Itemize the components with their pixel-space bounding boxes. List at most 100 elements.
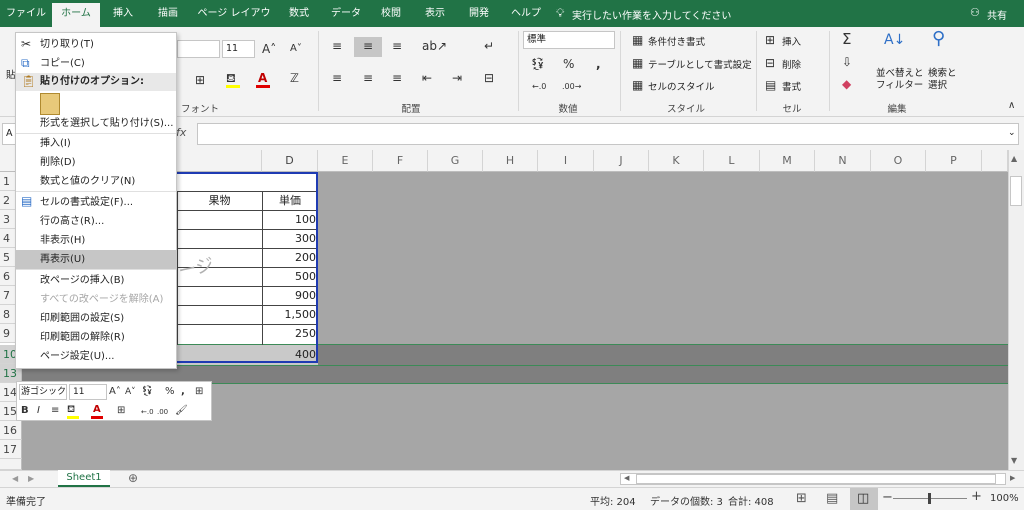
menu-item-clear[interactable]: 数式と値のクリア(N): [16, 172, 176, 191]
cell-d2-header[interactable]: 単価: [262, 191, 318, 210]
tell-me-box[interactable]: 実行したい作業を入力してください: [572, 7, 731, 22]
tab-formulas[interactable]: 数式: [282, 0, 316, 27]
menu-item-cut[interactable]: 切り取り(T): [16, 35, 176, 54]
mini-format-painter-icon[interactable]: 🖌︎: [175, 404, 188, 418]
merge-center-icon[interactable]: ⊟: [484, 71, 494, 85]
mini-currency-icon[interactable]: 💱︎: [141, 385, 154, 399]
menu-item-insert-page-break[interactable]: 改ページの挿入(B): [16, 271, 176, 290]
share-button[interactable]: 共有: [987, 7, 1007, 22]
cell-d10[interactable]: 400: [262, 345, 316, 364]
menu-item-row-height[interactable]: 行の高さ(R)...: [16, 212, 176, 231]
vertical-scroll-thumb[interactable]: [1010, 176, 1022, 206]
row-header-17[interactable]: 17: [0, 440, 22, 459]
tab-draw[interactable]: 描画: [150, 0, 186, 27]
align-left-icon[interactable]: ≡: [332, 71, 342, 85]
column-header-f[interactable]: F: [373, 150, 428, 172]
scroll-right-icon[interactable]: ▶: [1010, 474, 1015, 482]
menu-item-copy[interactable]: コピー(C): [16, 54, 176, 73]
format-cells-button[interactable]: 書式: [782, 79, 801, 93]
mini-align-icon[interactable]: ≡: [51, 404, 59, 418]
scroll-down-icon[interactable]: ▼: [1011, 456, 1017, 465]
tab-review[interactable]: 校閲: [374, 0, 408, 27]
column-header-l[interactable]: L: [704, 150, 760, 172]
row-header-16[interactable]: 16: [0, 421, 22, 440]
autosum-icon[interactable]: Σ: [842, 32, 851, 47]
mini-format-table-icon[interactable]: ⊞: [195, 385, 203, 399]
paste-option-button[interactable]: [40, 93, 60, 115]
delete-cells-button[interactable]: 削除: [782, 57, 801, 71]
shrink-font-icon[interactable]: A˅: [290, 42, 302, 56]
cell-d9[interactable]: 250: [262, 324, 316, 343]
sheet-tab-sheet1[interactable]: Sheet1: [58, 470, 110, 487]
tab-data[interactable]: データ: [328, 0, 364, 27]
next-sheet-icon[interactable]: ▶: [28, 474, 34, 483]
cell-c2-header[interactable]: 果物: [177, 191, 262, 210]
mini-comma-icon[interactable]: ,: [181, 385, 185, 399]
cell-d6[interactable]: 500: [262, 267, 316, 286]
column-header-d[interactable]: D: [262, 150, 318, 172]
column-header-j[interactable]: J: [594, 150, 649, 172]
tab-help[interactable]: ヘルプ: [506, 0, 546, 27]
find-select-label-2[interactable]: 選択: [928, 77, 947, 91]
decrease-decimal-icon[interactable]: .00→: [562, 80, 581, 94]
font-color-icon[interactable]: A: [258, 71, 267, 85]
menu-item-clear-print-area[interactable]: 印刷範囲の解除(R): [16, 328, 176, 347]
column-header-n[interactable]: N: [815, 150, 871, 172]
tab-page-layout[interactable]: ページ レイアウト: [196, 0, 272, 46]
orientation-icon[interactable]: ab↗: [422, 39, 447, 53]
zoom-in-icon[interactable]: +: [971, 489, 982, 504]
formula-input[interactable]: [197, 123, 1019, 145]
align-center-icon[interactable]: ≡: [363, 71, 373, 85]
mini-fill-color-icon[interactable]: ⛾: [67, 403, 75, 417]
table-format-button[interactable]: テーブルとして書式設定: [648, 57, 752, 71]
decrease-indent-icon[interactable]: ⇤: [422, 71, 432, 85]
clear-icon[interactable]: ◆: [842, 77, 851, 91]
expand-formula-icon[interactable]: ⌄: [1008, 128, 1016, 138]
zoom-slider-thumb[interactable]: [928, 493, 931, 504]
scroll-left-icon[interactable]: ◀: [624, 474, 629, 482]
align-bottom-icon[interactable]: ≡: [392, 39, 402, 53]
name-box[interactable]: A: [2, 123, 16, 145]
page-layout-view-icon[interactable]: ▤: [826, 491, 838, 506]
conditional-format-button[interactable]: 条件付き書式: [648, 34, 705, 48]
cell-d7[interactable]: 900: [262, 286, 316, 305]
borders-icon[interactable]: ⊞: [195, 73, 205, 87]
tab-view[interactable]: 表示: [418, 0, 452, 27]
column-header-g[interactable]: G: [428, 150, 483, 172]
column-header-m[interactable]: M: [760, 150, 815, 172]
normal-view-icon[interactable]: ⊞: [796, 491, 807, 506]
column-header-o[interactable]: O: [871, 150, 926, 172]
fx-icon[interactable]: fx: [176, 126, 186, 139]
menu-item-format-cells[interactable]: セルの書式設定(F)...: [16, 193, 176, 212]
mini-increase-decimal-icon[interactable]: ←.0: [141, 405, 154, 419]
prev-sheet-icon[interactable]: ◀: [12, 474, 18, 483]
mini-borders-icon[interactable]: ⊞: [117, 404, 125, 418]
menu-item-paste-special[interactable]: 形式を選択して貼り付け(S)...: [16, 114, 176, 133]
cell-d4[interactable]: 300: [262, 229, 316, 248]
menu-item-page-setup[interactable]: ページ設定(U)...: [16, 347, 176, 366]
mini-shrink-font-icon[interactable]: A˅: [125, 385, 136, 399]
mini-decrease-decimal-icon[interactable]: .00: [157, 405, 168, 419]
menu-item-hide[interactable]: 非表示(H): [16, 231, 176, 250]
insert-cells-button[interactable]: 挿入: [782, 34, 801, 48]
grow-font-icon[interactable]: A˄: [262, 42, 276, 56]
mini-percent-icon[interactable]: %: [165, 385, 175, 399]
column-header-e[interactable]: E: [318, 150, 373, 172]
tab-home[interactable]: ホーム: [52, 3, 100, 27]
increase-decimal-icon[interactable]: ←.0: [532, 80, 546, 94]
menu-item-unhide[interactable]: 再表示(U): [16, 250, 176, 269]
column-header-i[interactable]: I: [538, 150, 594, 172]
mini-italic-icon[interactable]: I: [37, 404, 40, 418]
align-top-icon[interactable]: ≡: [332, 39, 342, 53]
column-header-h[interactable]: H: [483, 150, 538, 172]
wrap-text-icon[interactable]: ↵: [484, 39, 494, 53]
mini-font-box[interactable]: 游ゴシック: [19, 384, 67, 400]
align-right-icon[interactable]: ≡: [392, 71, 402, 85]
phonetic-icon[interactable]: ℤ: [290, 71, 299, 85]
mini-bold-icon[interactable]: B: [21, 404, 29, 418]
mini-size-box[interactable]: 11: [69, 384, 107, 400]
percent-icon[interactable]: %: [563, 57, 574, 71]
fill-icon[interactable]: ⇩: [842, 55, 852, 69]
menu-item-insert[interactable]: 挿入(I): [16, 134, 176, 153]
scroll-up-icon[interactable]: ▲: [1011, 154, 1017, 163]
